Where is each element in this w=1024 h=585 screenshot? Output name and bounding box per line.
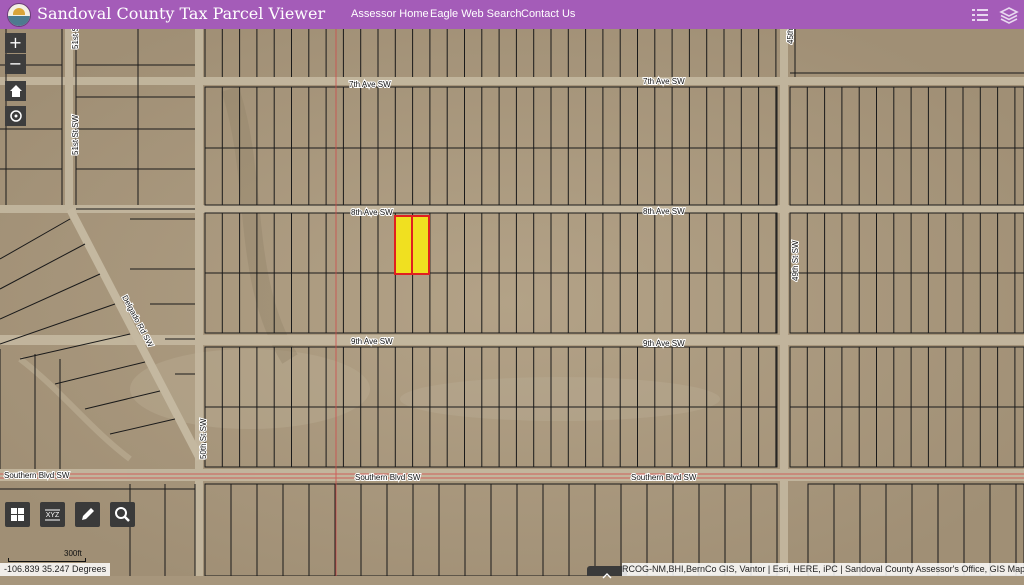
map-attribution: RCOG-NM,BHI,BernCo GIS, Vantor | Esri, H…	[622, 563, 1024, 576]
road-label-7th-ave-east: 7th Ave SW	[643, 77, 685, 86]
locate-icon	[9, 110, 22, 122]
app-header: Sandoval County Tax Parcel Viewer Assess…	[0, 0, 1024, 29]
xyz-icon: XYZ	[45, 509, 60, 521]
nav-assessor-home[interactable]: Assessor Home	[351, 8, 429, 20]
home-button[interactable]	[5, 81, 26, 101]
road-label-southern-blvd-west: Southern Blvd SW	[4, 471, 70, 480]
nav-contact-us[interactable]: Contact Us	[521, 8, 575, 20]
app-title: Sandoval County Tax Parcel Viewer	[37, 4, 326, 23]
parcel-map[interactable]: 7th Ave SW 7th Ave SW 8th Ave SW 8th Ave…	[0, 29, 1024, 576]
layer-list-icon[interactable]	[970, 5, 990, 25]
satellite-imagery	[0, 29, 1024, 576]
coordinate-button[interactable]: XYZ	[40, 502, 65, 527]
pencil-icon	[82, 508, 94, 520]
road-label-southern-blvd-east: Southern Blvd SW	[631, 473, 697, 482]
basemap-gallery-button[interactable]	[5, 502, 30, 527]
road-label-9th-ave: 9th Ave SW	[351, 337, 393, 346]
county-seal-logo	[7, 3, 31, 27]
locate-button[interactable]	[5, 106, 26, 126]
grid-icon	[11, 508, 24, 521]
road-label-8th-ave-east: 8th Ave SW	[643, 207, 685, 216]
road-label-8th-ave: 8th Ave SW	[351, 208, 393, 217]
road-label-49th-st: 49th St SW	[791, 240, 800, 281]
zoom-in-button[interactable]: +	[5, 33, 26, 53]
attribution-toggle[interactable]	[587, 566, 627, 579]
nav-eagle-web-search[interactable]: Eagle Web Search	[430, 8, 522, 20]
road-label-45th-st: 45th St SW	[786, 29, 795, 44]
road-label-9th-ave-east: 9th Ave SW	[643, 339, 685, 348]
road-label-51st-st: 51st St SW	[71, 115, 80, 155]
search-icon	[115, 507, 130, 522]
road-label-southern-blvd: Southern Blvd SW	[355, 473, 421, 482]
road-label-51st-st-top: 51st St SW	[71, 29, 80, 49]
coordinate-readout: -106.839 35.247 Degrees	[0, 563, 111, 576]
layers-icon[interactable]	[999, 5, 1019, 25]
scale-label: 300ft	[64, 549, 82, 558]
selected-parcels[interactable]	[394, 215, 430, 275]
svg-text:XYZ: XYZ	[46, 512, 60, 519]
scale-bar	[8, 558, 86, 562]
zoom-out-button[interactable]: −	[5, 54, 26, 74]
search-button[interactable]	[110, 502, 135, 527]
road-label-7th-ave: 7th Ave SW	[349, 80, 391, 89]
home-icon	[9, 85, 22, 97]
road-label-50th-st: 50th St SW	[199, 418, 208, 459]
measure-button[interactable]	[75, 502, 100, 527]
